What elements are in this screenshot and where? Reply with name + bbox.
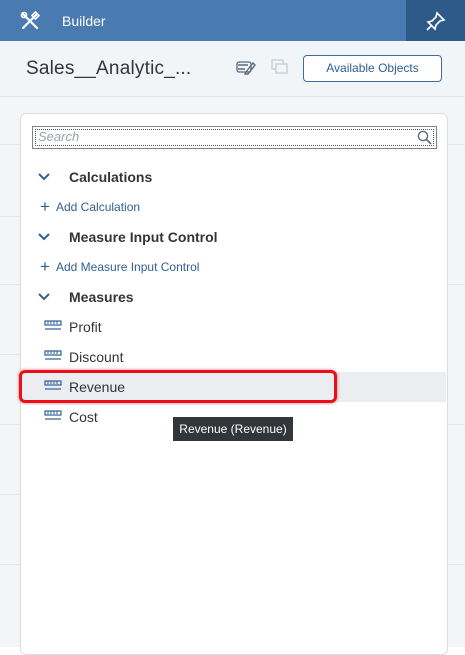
divider: [447, 284, 465, 285]
measure-label: Discount: [69, 349, 124, 365]
divider: [447, 144, 465, 145]
tooltip: Revenue (Revenue): [173, 417, 293, 441]
add-calculation-label: Add Calculation: [56, 200, 141, 214]
model-toolbar: Sales__Analytic_... Available Objects: [0, 41, 465, 97]
add-measure-input-control-label: Add Measure Input Control: [56, 260, 200, 274]
highlight-annotation: [19, 370, 337, 403]
divider: [0, 494, 20, 495]
plus-icon: +: [40, 197, 50, 216]
divider: [0, 564, 20, 565]
group-title: Measure Input Control: [69, 229, 218, 245]
divider: [0, 284, 20, 285]
chevron-down-icon: [38, 293, 50, 301]
measure-label: Cost: [69, 409, 98, 425]
group-title: Measures: [69, 289, 134, 305]
pin-icon: [426, 11, 446, 31]
measure-item-profit[interactable]: Profit: [21, 312, 446, 342]
group-title: Calculations: [69, 169, 153, 185]
builder-title: Builder: [62, 13, 106, 29]
measure-icon: [44, 320, 62, 330]
measure-icon: [44, 350, 62, 360]
divider: [0, 424, 20, 425]
pin-button[interactable]: [406, 0, 465, 41]
chevron-down-icon: [38, 233, 50, 241]
tools-icon[interactable]: [20, 10, 41, 31]
divider: [0, 354, 20, 355]
app-header: Builder: [0, 0, 465, 41]
divider: [0, 216, 20, 217]
search-focus-ring: [35, 129, 434, 146]
measure-item-discount[interactable]: Discount: [21, 342, 446, 372]
measure-label: Profit: [69, 319, 102, 335]
divider: [447, 564, 465, 565]
divider: [0, 144, 20, 145]
plus-icon: +: [40, 257, 50, 276]
model-name: Sales__Analytic_...: [26, 58, 192, 79]
search-placeholder: Search: [38, 129, 80, 144]
available-objects-button[interactable]: Available Objects: [303, 55, 442, 82]
search-input[interactable]: Search: [32, 126, 437, 149]
edit-icon[interactable]: [236, 59, 256, 80]
copy-icon[interactable]: [271, 59, 289, 80]
search-icon[interactable]: [417, 130, 432, 150]
measure-icon: [44, 410, 62, 420]
divider: [447, 424, 465, 425]
chevron-down-icon: [38, 173, 50, 181]
